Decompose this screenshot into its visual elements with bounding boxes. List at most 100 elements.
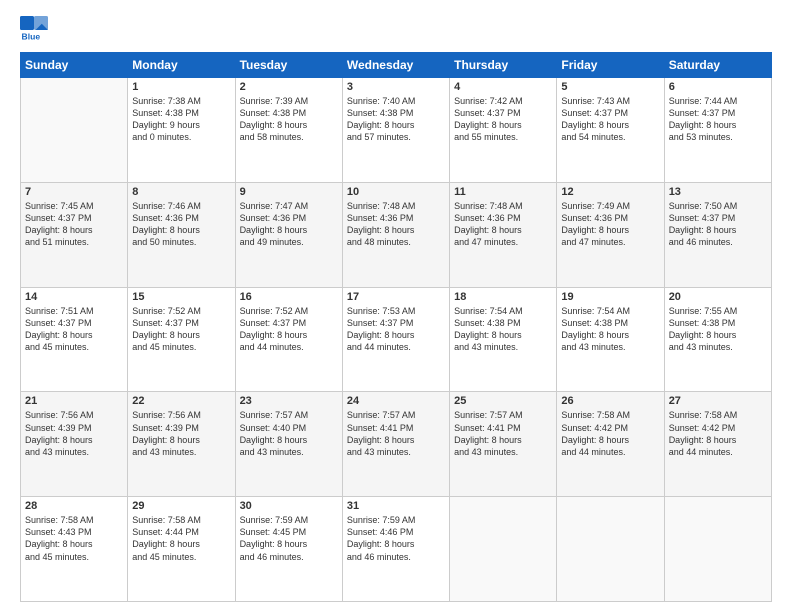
day-number: 25 [454,395,552,407]
day-info: Sunrise: 7:58 AM Sunset: 4:42 PM Dayligh… [561,409,659,458]
day-info: Sunrise: 7:38 AM Sunset: 4:38 PM Dayligh… [132,95,230,144]
day-number: 5 [561,81,659,93]
day-number: 9 [240,186,338,198]
day-info: Sunrise: 7:52 AM Sunset: 4:37 PM Dayligh… [240,305,338,354]
calendar-cell: 8 Sunrise: 7:46 AM Sunset: 4:36 PM Daylig… [128,182,235,287]
calendar-cell: 23 Sunrise: 7:57 AM Sunset: 4:40 PM Dayli… [235,392,342,497]
day-info: Sunrise: 7:58 AM Sunset: 4:44 PM Dayligh… [132,514,230,563]
day-number: 19 [561,291,659,303]
weekday-header: Saturday [664,53,771,78]
calendar-cell: 22 Sunrise: 7:56 AM Sunset: 4:39 PM Dayli… [128,392,235,497]
weekday-header: Sunday [21,53,128,78]
calendar-cell: 27 Sunrise: 7:58 AM Sunset: 4:42 PM Dayli… [664,392,771,497]
day-number: 13 [669,186,767,198]
day-number: 24 [347,395,445,407]
day-info: Sunrise: 7:52 AM Sunset: 4:37 PM Dayligh… [132,305,230,354]
calendar-cell [557,497,664,602]
day-info: Sunrise: 7:55 AM Sunset: 4:38 PM Dayligh… [669,305,767,354]
day-info: Sunrise: 7:48 AM Sunset: 4:36 PM Dayligh… [454,200,552,249]
calendar-cell: 28Sunrise: 7:58 AM Sunset: 4:43 PM Dayli… [21,497,128,602]
svg-text:Blue: Blue [22,31,41,41]
day-info: Sunrise: 7:51 AM Sunset: 4:37 PM Dayligh… [25,305,123,354]
day-info: Sunrise: 7:56 AM Sunset: 4:39 PM Dayligh… [132,409,230,458]
day-number: 14 [25,291,123,303]
calendar-cell: 7Sunrise: 7:45 AM Sunset: 4:37 PM Daylig… [21,182,128,287]
day-number: 6 [669,81,767,93]
day-number: 12 [561,186,659,198]
calendar-cell: 25 Sunrise: 7:57 AM Sunset: 4:41 PM Dayli… [450,392,557,497]
calendar-cell: 9 Sunrise: 7:47 AM Sunset: 4:36 PM Daylig… [235,182,342,287]
calendar-cell [21,78,128,183]
generalblue-logo-icon: Blue [20,16,48,44]
calendar-cell: 12 Sunrise: 7:49 AM Sunset: 4:36 PM Dayli… [557,182,664,287]
calendar-week-row: 21Sunrise: 7:56 AM Sunset: 4:39 PM Dayli… [21,392,772,497]
calendar-cell: 18 Sunrise: 7:54 AM Sunset: 4:38 PM Dayli… [450,287,557,392]
day-info: Sunrise: 7:58 AM Sunset: 4:42 PM Dayligh… [669,409,767,458]
day-info: Sunrise: 7:48 AM Sunset: 4:36 PM Dayligh… [347,200,445,249]
calendar-cell: 29Sunrise: 7:58 AM Sunset: 4:44 PM Dayli… [128,497,235,602]
day-number: 18 [454,291,552,303]
calendar-cell: 6 Sunrise: 7:44 AM Sunset: 4:37 PM Daylig… [664,78,771,183]
calendar-week-row: 28Sunrise: 7:58 AM Sunset: 4:43 PM Dayli… [21,497,772,602]
weekday-header: Friday [557,53,664,78]
page: Blue SundayMondayTuesdayWednesdayThursda… [0,0,792,612]
calendar-cell: 11 Sunrise: 7:48 AM Sunset: 4:36 PM Dayli… [450,182,557,287]
day-number: 22 [132,395,230,407]
day-info: Sunrise: 7:54 AM Sunset: 4:38 PM Dayligh… [561,305,659,354]
calendar-cell: 17Sunrise: 7:53 AM Sunset: 4:37 PM Dayli… [342,287,449,392]
logo: Blue [20,16,50,44]
day-number: 2 [240,81,338,93]
day-info: Sunrise: 7:50 AM Sunset: 4:37 PM Dayligh… [669,200,767,249]
calendar-cell: 30Sunrise: 7:59 AM Sunset: 4:45 PM Dayli… [235,497,342,602]
weekday-header: Thursday [450,53,557,78]
calendar-cell: 19 Sunrise: 7:54 AM Sunset: 4:38 PM Dayli… [557,287,664,392]
weekday-header: Wednesday [342,53,449,78]
calendar-cell: 15 Sunrise: 7:52 AM Sunset: 4:37 PM Dayli… [128,287,235,392]
calendar-cell: 5Sunrise: 7:43 AM Sunset: 4:37 PM Daylig… [557,78,664,183]
calendar-cell: 14 Sunrise: 7:51 AM Sunset: 4:37 PM Dayli… [21,287,128,392]
day-info: Sunrise: 7:44 AM Sunset: 4:37 PM Dayligh… [669,95,767,144]
day-info: Sunrise: 7:54 AM Sunset: 4:38 PM Dayligh… [454,305,552,354]
calendar-cell: 24 Sunrise: 7:57 AM Sunset: 4:41 PM Dayli… [342,392,449,497]
calendar-cell [664,497,771,602]
day-info: Sunrise: 7:57 AM Sunset: 4:41 PM Dayligh… [347,409,445,458]
day-info: Sunrise: 7:42 AM Sunset: 4:37 PM Dayligh… [454,95,552,144]
calendar-cell: 16Sunrise: 7:52 AM Sunset: 4:37 PM Dayli… [235,287,342,392]
header: Blue [20,16,772,44]
day-number: 15 [132,291,230,303]
weekday-header: Tuesday [235,53,342,78]
calendar-cell: 10 Sunrise: 7:48 AM Sunset: 4:36 PM Dayli… [342,182,449,287]
day-number: 1 [132,81,230,93]
calendar-cell: 31Sunrise: 7:59 AM Sunset: 4:46 PM Dayli… [342,497,449,602]
day-number: 7 [25,186,123,198]
day-info: Sunrise: 7:49 AM Sunset: 4:36 PM Dayligh… [561,200,659,249]
calendar-header-row: SundayMondayTuesdayWednesdayThursdayFrid… [21,53,772,78]
day-number: 10 [347,186,445,198]
day-info: Sunrise: 7:46 AM Sunset: 4:36 PM Dayligh… [132,200,230,249]
day-info: Sunrise: 7:39 AM Sunset: 4:38 PM Dayligh… [240,95,338,144]
day-number: 11 [454,186,552,198]
day-info: Sunrise: 7:47 AM Sunset: 4:36 PM Dayligh… [240,200,338,249]
calendar-cell: 3Sunrise: 7:40 AM Sunset: 4:38 PM Daylig… [342,78,449,183]
day-number: 8 [132,186,230,198]
day-info: Sunrise: 7:57 AM Sunset: 4:41 PM Dayligh… [454,409,552,458]
calendar-cell: 13 Sunrise: 7:50 AM Sunset: 4:37 PM Dayli… [664,182,771,287]
day-number: 30 [240,500,338,512]
day-info: Sunrise: 7:57 AM Sunset: 4:40 PM Dayligh… [240,409,338,458]
day-number: 31 [347,500,445,512]
calendar-week-row: 14 Sunrise: 7:51 AM Sunset: 4:37 PM Dayli… [21,287,772,392]
day-number: 27 [669,395,767,407]
day-number: 26 [561,395,659,407]
day-info: Sunrise: 7:56 AM Sunset: 4:39 PM Dayligh… [25,409,123,458]
day-number: 23 [240,395,338,407]
calendar-cell [450,497,557,602]
calendar-cell: 2 Sunrise: 7:39 AM Sunset: 4:38 PM Daylig… [235,78,342,183]
day-number: 4 [454,81,552,93]
calendar-cell: 20Sunrise: 7:55 AM Sunset: 4:38 PM Dayli… [664,287,771,392]
calendar-week-row: 1 Sunrise: 7:38 AM Sunset: 4:38 PM Daylig… [21,78,772,183]
day-info: Sunrise: 7:40 AM Sunset: 4:38 PM Dayligh… [347,95,445,144]
calendar-cell: 26 Sunrise: 7:58 AM Sunset: 4:42 PM Dayli… [557,392,664,497]
calendar-cell: 4 Sunrise: 7:42 AM Sunset: 4:37 PM Daylig… [450,78,557,183]
day-number: 17 [347,291,445,303]
day-info: Sunrise: 7:58 AM Sunset: 4:43 PM Dayligh… [25,514,123,563]
